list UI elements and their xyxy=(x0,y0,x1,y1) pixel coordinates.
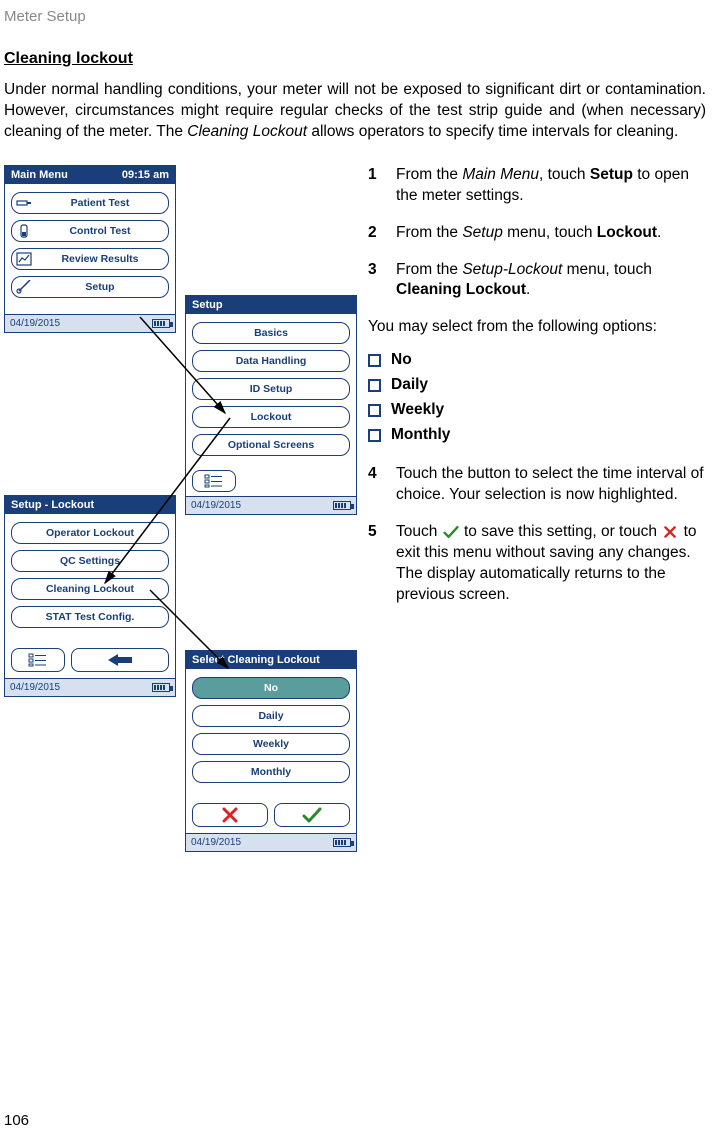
date-label: 04/19/2015 xyxy=(191,837,241,848)
page-header: Meter Setup xyxy=(0,0,714,25)
step-item: 5Touch to save this setting, or touch to… xyxy=(368,522,704,606)
screen-setup: Setup Basics Data Handling ID Setup Lock… xyxy=(185,295,357,515)
opt-no[interactable]: No xyxy=(192,677,350,699)
cancel-button[interactable] xyxy=(192,803,268,827)
back-arrow-icon xyxy=(106,652,134,668)
options-list: No Daily Weekly Monthly xyxy=(368,350,704,446)
step-number: 2 xyxy=(368,223,396,244)
confirm-button[interactable] xyxy=(274,803,350,827)
patient-test-icon xyxy=(16,196,32,210)
step-number: 1 xyxy=(368,165,396,207)
screen-title: Select Cleaning Lockout xyxy=(192,654,320,666)
date-label: 04/19/2015 xyxy=(191,500,241,511)
step-item: 3From the Setup-Lockout menu, touch Clea… xyxy=(368,260,704,302)
btn-optional-screens[interactable]: Optional Screens xyxy=(192,434,350,456)
step-number: 5 xyxy=(368,522,396,606)
check-icon xyxy=(442,525,460,539)
page-number: 106 xyxy=(4,1112,29,1129)
x-icon xyxy=(221,806,239,824)
btn-qc-settings[interactable]: QC Settings xyxy=(11,550,169,572)
option-item: Monthly xyxy=(368,425,704,446)
opt-daily[interactable]: Daily xyxy=(192,705,350,727)
battery-icon xyxy=(152,683,170,692)
option-item: No xyxy=(368,350,704,371)
btn-lockout[interactable]: Lockout xyxy=(192,406,350,428)
x-icon xyxy=(661,525,679,539)
options-intro: You may select from the following option… xyxy=(368,317,704,338)
date-label: 04/19/2015 xyxy=(10,318,60,329)
btn-operator-lockout[interactable]: Operator Lockout xyxy=(11,522,169,544)
step-item: 4Touch the button to select the time int… xyxy=(368,464,704,506)
battery-icon xyxy=(333,838,351,847)
step-text: From the Setup-Lockout menu, touch Clean… xyxy=(396,260,704,302)
setup-icon xyxy=(16,280,32,294)
battery-icon xyxy=(333,501,351,510)
section-title: Cleaning lockout xyxy=(4,50,714,68)
screen-main-menu: Main Menu 09:15 am Patient Test Control … xyxy=(4,165,176,333)
screen-title: Setup - Lockout xyxy=(11,499,94,511)
screen-title: Main Menu xyxy=(11,169,68,181)
list-view-button[interactable] xyxy=(192,470,236,492)
btn-data-handling[interactable]: Data Handling xyxy=(192,350,350,372)
btn-setup[interactable]: Setup xyxy=(11,276,169,298)
opt-weekly[interactable]: Weekly xyxy=(192,733,350,755)
option-item: Daily xyxy=(368,375,704,396)
control-test-icon xyxy=(16,224,32,238)
btn-cleaning-lockout[interactable]: Cleaning Lockout xyxy=(11,578,169,600)
back-button[interactable] xyxy=(71,648,169,672)
step-text: Touch the button to select the time inte… xyxy=(396,464,704,506)
step-text: From the Main Menu, touch Setup to open … xyxy=(396,165,704,207)
step-item: 1From the Main Menu, touch Setup to open… xyxy=(368,165,704,207)
btn-id-setup[interactable]: ID Setup xyxy=(192,378,350,400)
list-view-button[interactable] xyxy=(11,648,65,672)
btn-review-results[interactable]: Review Results xyxy=(11,248,169,270)
opt-monthly[interactable]: Monthly xyxy=(192,761,350,783)
date-label: 04/19/2015 xyxy=(10,682,60,693)
review-results-icon xyxy=(16,252,32,266)
instructions-column: 1From the Main Menu, touch Setup to open… xyxy=(368,165,704,622)
btn-patient-test[interactable]: Patient Test xyxy=(11,192,169,214)
check-icon xyxy=(302,807,322,823)
battery-icon xyxy=(152,319,170,328)
btn-control-test[interactable]: Control Test xyxy=(11,220,169,242)
screen-setup-lockout: Setup - Lockout Operator Lockout QC Sett… xyxy=(4,495,176,697)
btn-basics[interactable]: Basics xyxy=(192,322,350,344)
screen-title: Setup xyxy=(192,299,223,311)
screen-time: 09:15 am xyxy=(122,169,169,181)
intro-paragraph: Under normal handling conditions, your m… xyxy=(4,80,706,143)
step-item: 2From the Setup menu, touch Lockout. xyxy=(368,223,704,244)
step-number: 3 xyxy=(368,260,396,302)
step-text: Touch to save this setting, or touch to … xyxy=(396,522,704,606)
btn-stat-test-config[interactable]: STAT Test Config. xyxy=(11,606,169,628)
screen-select-cleaning-lockout: Select Cleaning Lockout No Daily Weekly … xyxy=(185,650,357,852)
step-number: 4 xyxy=(368,464,396,506)
step-text: From the Setup menu, touch Lockout. xyxy=(396,223,704,244)
option-item: Weekly xyxy=(368,400,704,421)
